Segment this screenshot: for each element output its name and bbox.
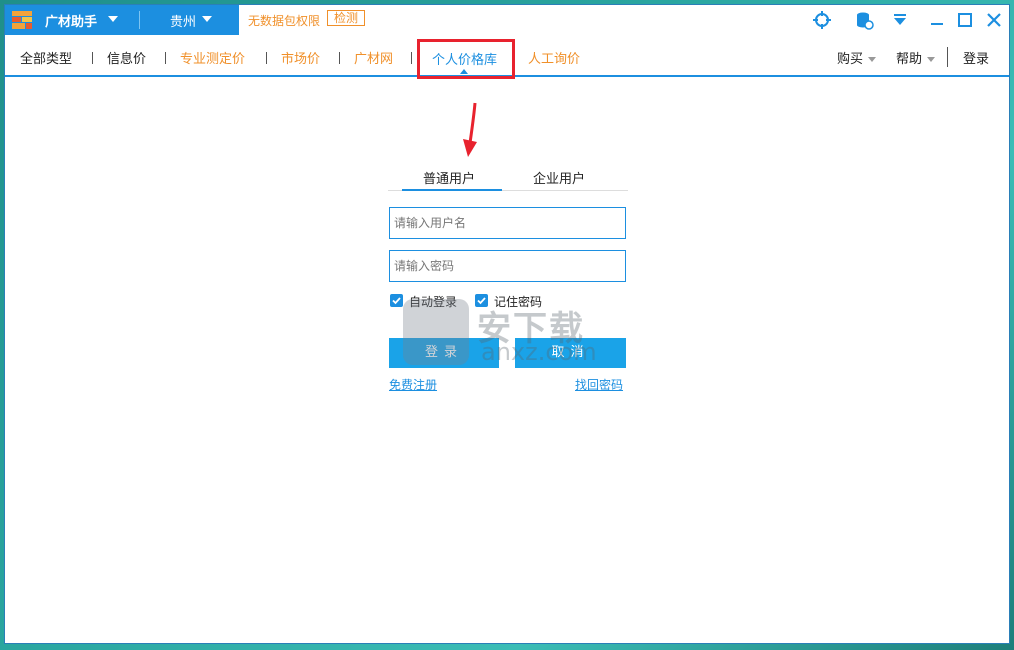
watermark-url: anxz.com bbox=[481, 338, 597, 366]
tab-enterprise-user[interactable]: 企业用户 bbox=[533, 168, 585, 187]
nav-guangcai-net[interactable]: 广材网 bbox=[354, 48, 393, 67]
chevron-down-icon bbox=[108, 16, 118, 22]
app-name: 广材助手 bbox=[45, 15, 98, 30]
chevron-down-icon bbox=[202, 16, 212, 22]
divider bbox=[139, 11, 140, 29]
nav-professional-price[interactable]: 专业测定价 bbox=[180, 48, 245, 67]
chevron-down-icon bbox=[927, 57, 936, 62]
permission-notice: 无数据包权限 bbox=[248, 14, 321, 28]
nav-divider bbox=[411, 52, 412, 64]
watermark-shield-icon bbox=[403, 299, 469, 365]
username-input[interactable] bbox=[390, 208, 625, 238]
main-nav: 全部类型 信息价 专业测定价 市场价 广材网 个人价格库 人工询价 购买 帮助 … bbox=[5, 35, 1009, 79]
nav-manual-inquiry[interactable]: 人工询价 bbox=[528, 48, 580, 67]
nav-divider bbox=[266, 52, 267, 64]
login-tabs: 普通用户 企业用户 bbox=[388, 163, 628, 191]
recover-password-link[interactable]: 找回密码 bbox=[575, 376, 623, 393]
register-link[interactable]: 免费注册 bbox=[389, 376, 437, 393]
nav-all-types[interactable]: 全部类型 bbox=[20, 48, 72, 67]
username-field[interactable] bbox=[389, 207, 626, 239]
nav-market-price[interactable]: 市场价 bbox=[281, 48, 320, 67]
nav-personal-price-library-label: 个人价格库 bbox=[432, 53, 498, 68]
nav-login[interactable]: 登录 bbox=[963, 48, 989, 67]
check-button[interactable]: 检测 bbox=[327, 10, 366, 26]
nav-buy[interactable]: 购买 bbox=[837, 48, 877, 67]
nav-buy-label: 购买 bbox=[837, 52, 864, 67]
city-selector[interactable]: 贵州 bbox=[170, 11, 196, 30]
nav-divider bbox=[92, 52, 93, 64]
minimize-icon[interactable] bbox=[927, 10, 947, 30]
active-tab-indicator bbox=[460, 69, 468, 74]
password-field[interactable] bbox=[389, 250, 626, 282]
tab-active-underline bbox=[402, 189, 502, 191]
auto-login-checkbox[interactable] bbox=[390, 294, 403, 307]
annotation-arrow-icon bbox=[463, 102, 477, 157]
nav-divider bbox=[947, 47, 948, 67]
database-icon[interactable] bbox=[854, 10, 874, 30]
tab-personal-user[interactable]: 普通用户 bbox=[423, 168, 475, 187]
nav-help-label: 帮助 bbox=[896, 52, 923, 67]
chevron-down-icon bbox=[868, 57, 877, 62]
crosshair-icon[interactable] bbox=[812, 10, 832, 30]
app-window: 广材助手 贵州 无数据包权限 检测 全部类型 信息价 专业测定价 市场价 广材网… bbox=[4, 4, 1010, 644]
title-bar: 广材助手 贵州 无数据包权限 检测 bbox=[5, 5, 1009, 35]
nav-info-price[interactable]: 信息价 bbox=[107, 48, 146, 67]
nav-divider bbox=[165, 52, 166, 64]
app-logo-icon bbox=[12, 11, 32, 29]
nav-help[interactable]: 帮助 bbox=[896, 48, 936, 67]
app-menu[interactable]: 广材助手 贵州 bbox=[5, 5, 239, 35]
close-icon[interactable] bbox=[984, 10, 1004, 30]
download-arrow-icon[interactable] bbox=[890, 10, 910, 30]
password-input[interactable] bbox=[390, 251, 625, 281]
nav-divider bbox=[339, 52, 340, 64]
maximize-icon[interactable] bbox=[955, 10, 975, 30]
